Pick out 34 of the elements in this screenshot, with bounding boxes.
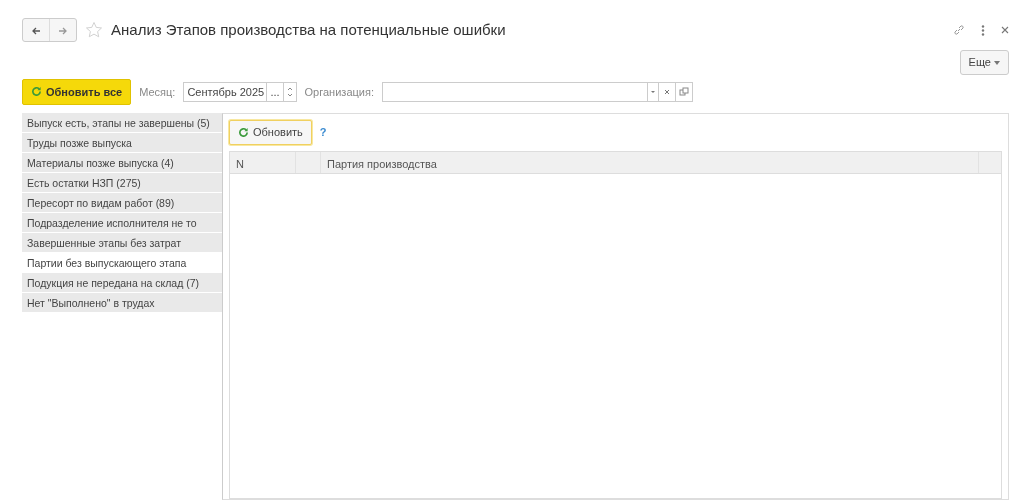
forward-arrow-icon xyxy=(58,25,68,36)
refresh-all-button[interactable]: Обновить все xyxy=(22,78,132,105)
caret-icon xyxy=(994,61,1000,66)
refresh-button[interactable]: Обновить xyxy=(229,120,312,145)
copy-icon xyxy=(678,86,689,97)
column-header[interactable]: Партия производства xyxy=(321,151,979,173)
caret-icon xyxy=(650,90,655,93)
section-tab[interactable]: Выпуск есть, этапы не завершены (5) xyxy=(22,113,222,133)
refresh-icon xyxy=(238,126,249,138)
choose-button[interactable]: ... xyxy=(267,81,284,102)
star-icon[interactable] xyxy=(85,21,103,39)
section-tab[interactable]: Пересорт по видам работ (89) xyxy=(22,193,222,213)
dropdown-button[interactable] xyxy=(647,81,659,102)
month-field[interactable]: Сентябрь 2025 xyxy=(183,81,268,102)
month-label: Месяц: xyxy=(139,84,176,100)
window-title: Анализ Этапов производства на потенциальные ошибки xyxy=(111,19,506,40)
section-tab[interactable]: Подразделение исполнителя не то xyxy=(22,213,222,233)
column-header[interactable]: N xyxy=(230,151,296,173)
section-tab[interactable]: Материалы позже выпуска (4) xyxy=(22,153,222,173)
link-icon[interactable] xyxy=(953,24,965,36)
section-tab[interactable]: Есть остатки НЗП (275) xyxy=(22,173,222,193)
refresh-icon xyxy=(31,86,42,98)
more-button[interactable]: Еще xyxy=(959,50,1009,75)
organization-label: Организация: xyxy=(304,84,374,100)
section-tab[interactable]: Нет "Выполнено" в трудах xyxy=(22,293,222,313)
help-link[interactable]: ? xyxy=(319,124,327,141)
close-icon[interactable] xyxy=(1001,26,1009,34)
more-menu-icon[interactable] xyxy=(981,24,985,36)
section-tab[interactable]: Труды позже выпуска xyxy=(22,133,222,153)
section-tab[interactable]: Подукция не передана на склад (7) xyxy=(22,273,222,293)
organization-field[interactable] xyxy=(381,81,648,102)
section-tab[interactable]: Завершенные этапы без затрат xyxy=(22,233,222,253)
spin-arrows-icon xyxy=(286,85,293,98)
back-arrow-icon xyxy=(31,25,41,36)
